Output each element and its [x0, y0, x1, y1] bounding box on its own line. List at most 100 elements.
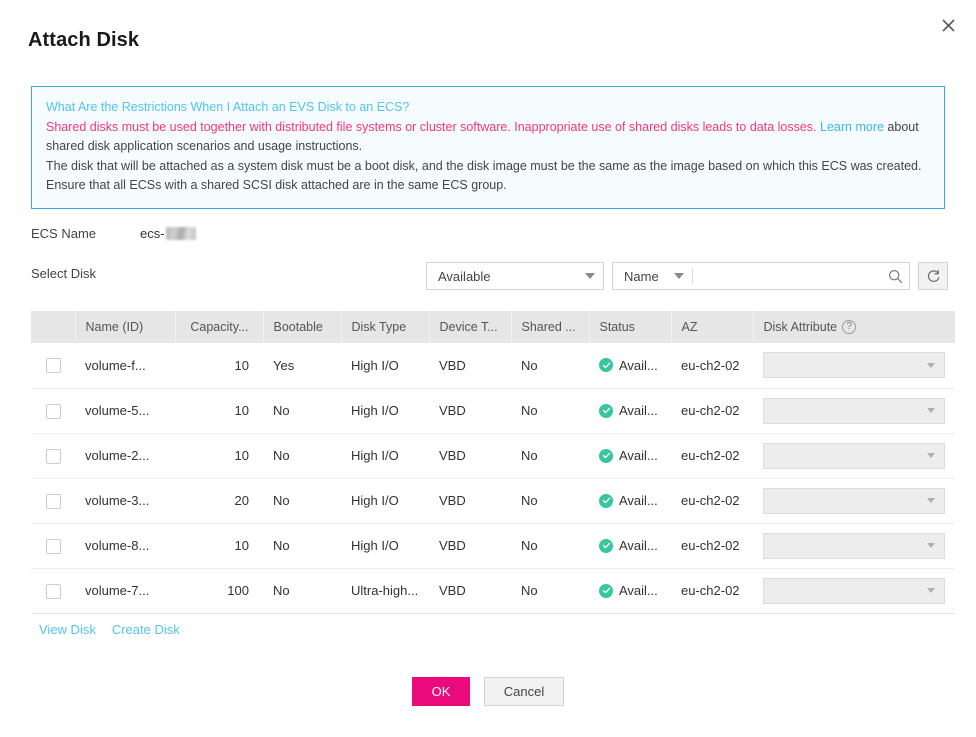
cell-disk-attribute	[753, 568, 955, 614]
dialog-actions: OK Cancel	[0, 677, 976, 706]
cell-status: Avail...	[589, 343, 671, 389]
status-filter-value: Available	[438, 268, 491, 284]
cell-az: eu-ch2-02	[671, 343, 753, 389]
status-text: Avail...	[619, 448, 658, 463]
cell-bootable: No	[263, 433, 341, 479]
cell-capacity: 100	[175, 568, 263, 614]
status-success-icon	[599, 358, 613, 373]
restrictions-notice: What Are the Restrictions When I Attach …	[31, 86, 945, 209]
chevron-down-icon	[927, 588, 935, 593]
cell-disk-attribute	[753, 343, 955, 389]
cell-disk-attribute	[753, 478, 955, 524]
row-checkbox[interactable]	[45, 493, 61, 509]
table-row[interactable]: volume-3... 20 No High I/O VBD No Avail.…	[31, 478, 955, 524]
disk-filter-toolbar: Available Name	[426, 262, 948, 290]
status-badge: Avail...	[599, 538, 661, 553]
cell-az: eu-ch2-02	[671, 433, 753, 479]
search-button[interactable]	[883, 263, 909, 289]
cell-shared: No	[511, 523, 589, 569]
column-header-bootable: Bootable	[263, 311, 342, 343]
cell-shared: No	[511, 433, 589, 479]
cell-device-type: VBD	[429, 478, 511, 524]
disk-attribute-select[interactable]	[763, 532, 945, 559]
column-header-device-type: Device T...	[429, 311, 512, 343]
cell-shared: No	[511, 388, 589, 434]
close-button[interactable]	[937, 14, 959, 36]
help-icon[interactable]: ?	[842, 320, 857, 335]
cell-status: Avail...	[589, 568, 671, 614]
cell-status: Avail...	[589, 478, 671, 524]
row-checkbox-cell	[31, 388, 75, 434]
ecs-name-value: ecs-	[140, 226, 196, 241]
cell-name: volume-3...	[75, 478, 175, 524]
row-checkbox[interactable]	[45, 403, 61, 419]
status-badge: Avail...	[599, 358, 661, 373]
table-row[interactable]: volume-8... 10 No High I/O VBD No Avail.…	[31, 523, 955, 569]
cell-az: eu-ch2-02	[671, 568, 753, 614]
cell-bootable: No	[263, 478, 341, 524]
chevron-down-icon	[927, 453, 935, 458]
cell-status: Avail...	[589, 523, 671, 569]
column-header-az: AZ	[671, 311, 754, 343]
table-row[interactable]: volume-2... 10 No High I/O VBD No Avail.…	[31, 433, 955, 479]
disk-attribute-select[interactable]	[763, 397, 945, 424]
status-badge: Avail...	[599, 448, 661, 463]
row-checkbox[interactable]	[45, 538, 61, 554]
row-checkbox-cell	[31, 343, 75, 389]
cell-name: volume-7...	[75, 568, 175, 614]
status-badge: Avail...	[599, 493, 661, 508]
disk-attribute-select[interactable]	[763, 487, 945, 514]
table-row[interactable]: volume-f... 10 Yes High I/O VBD No Avail…	[31, 343, 955, 389]
cell-az: eu-ch2-02	[671, 523, 753, 569]
disk-attribute-select[interactable]	[763, 352, 945, 379]
cell-disk-type: High I/O	[341, 478, 429, 524]
refresh-button[interactable]	[918, 262, 948, 290]
column-header-status: Status	[589, 311, 672, 343]
table-row[interactable]: volume-7... 100 No Ultra-high... VBD No …	[31, 568, 955, 614]
chevron-down-icon	[585, 273, 595, 279]
disk-attribute-select[interactable]	[763, 442, 945, 469]
cell-shared: No	[511, 343, 589, 389]
table-row[interactable]: volume-5... 10 No High I/O VBD No Avail.…	[31, 388, 955, 434]
cell-capacity: 10	[175, 388, 263, 434]
create-disk-link[interactable]: Create Disk	[112, 622, 180, 637]
cell-bootable: No	[263, 388, 341, 434]
close-icon	[941, 18, 955, 32]
search-type-select[interactable]: Name	[613, 263, 692, 289]
learn-more-link[interactable]: Learn more	[820, 120, 884, 134]
status-filter-select[interactable]: Available	[426, 262, 604, 290]
cell-device-type: VBD	[429, 568, 511, 614]
disk-table-body: volume-f... 10 Yes High I/O VBD No Avail…	[31, 343, 955, 614]
cell-name: volume-8...	[75, 523, 175, 569]
column-header-capacity: Capacity...	[175, 311, 264, 343]
ok-button[interactable]: OK	[412, 677, 470, 706]
disk-attribute-select[interactable]	[763, 577, 945, 604]
dialog-header: Attach Disk	[0, 0, 976, 70]
disk-table-header: Name (ID) Capacity... Bootable Disk Type…	[31, 311, 955, 343]
search-type-value: Name	[624, 268, 659, 284]
notice-line-3: The disk that will be attached as a syst…	[46, 158, 922, 173]
row-checkbox[interactable]	[45, 358, 61, 374]
row-checkbox[interactable]	[45, 583, 61, 599]
search-input[interactable]	[692, 263, 883, 289]
row-checkbox[interactable]	[45, 448, 61, 464]
cancel-button[interactable]: Cancel	[484, 677, 564, 706]
column-header-disk-attribute-label: Disk Attribute	[763, 319, 838, 334]
chevron-down-icon	[927, 543, 935, 548]
cell-disk-type: High I/O	[341, 343, 429, 389]
cell-capacity: 10	[175, 523, 263, 569]
redacted-block	[165, 227, 196, 240]
search-icon	[889, 269, 903, 283]
status-success-icon	[599, 538, 613, 553]
view-disk-link[interactable]: View Disk	[39, 622, 96, 637]
ecs-name-row: ECS Name ecs-	[0, 218, 976, 258]
cell-capacity: 10	[175, 343, 263, 389]
cell-disk-type: High I/O	[341, 433, 429, 479]
cell-device-type: VBD	[429, 343, 511, 389]
cell-name: volume-2...	[75, 433, 175, 479]
disk-table: Name (ID) Capacity... Bootable Disk Type…	[31, 311, 955, 614]
select-disk-label: Select Disk	[31, 266, 97, 281]
chevron-down-icon	[927, 498, 935, 503]
cell-status: Avail...	[589, 433, 671, 479]
restrictions-faq-link[interactable]: What Are the Restrictions When I Attach …	[46, 100, 409, 114]
